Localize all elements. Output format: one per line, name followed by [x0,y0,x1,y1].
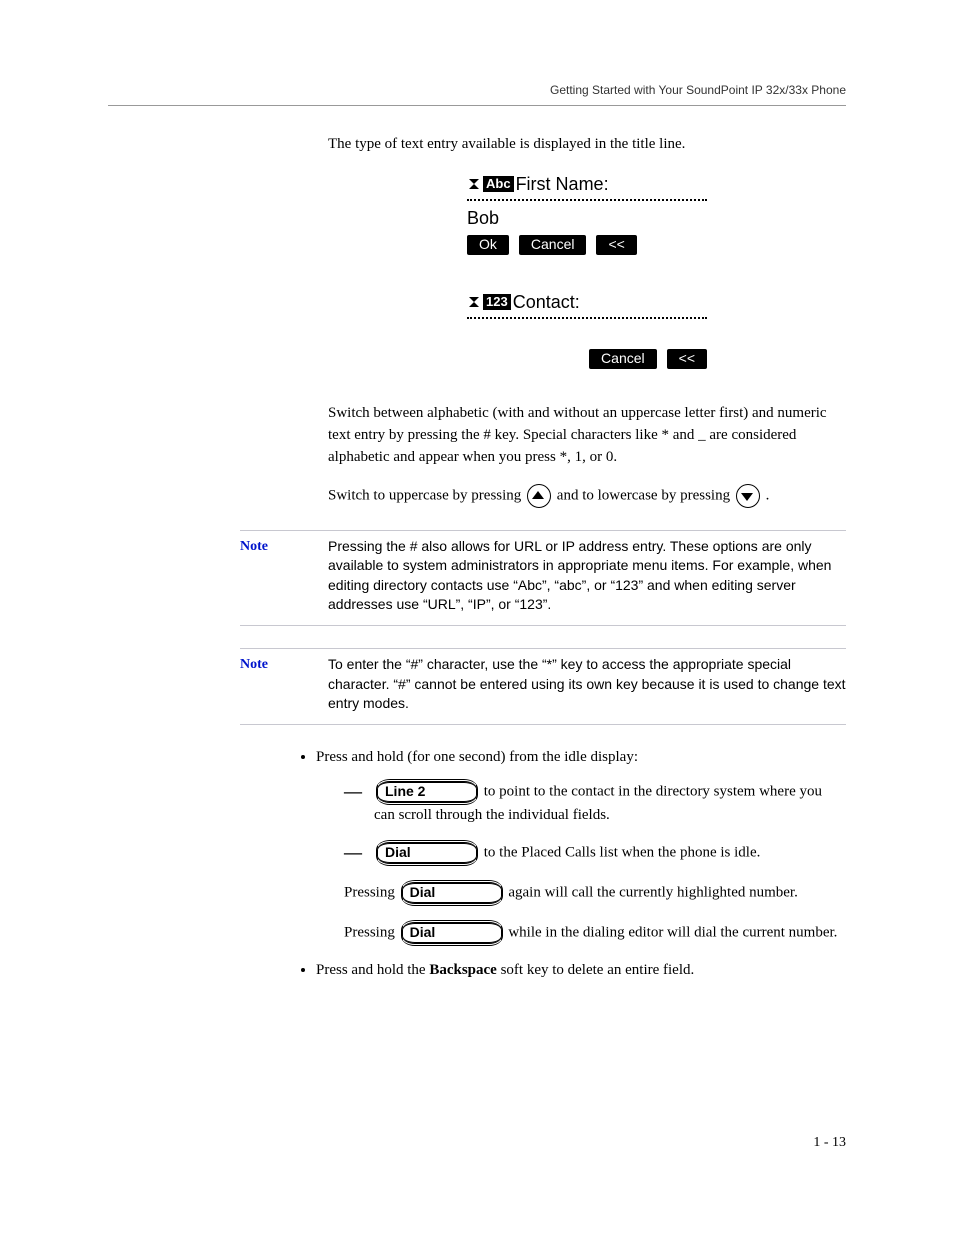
text-fragment: . [766,487,770,503]
note-block: Note Pressing the # also allows for URL … [240,530,846,626]
text-fragment: and to lowercase by pressing [557,487,734,503]
text-fragment: Pressing [344,925,399,941]
note-label: Note [240,537,328,615]
dash-marker: — [344,840,362,864]
softkey-backspace: << [667,349,707,369]
softkey-cancel: Cancel [589,349,657,369]
spinner-icon [467,177,481,191]
keycap-dial: Dial [401,920,503,946]
softkey-ok: Ok [467,235,509,255]
arrow-up-icon [527,484,551,508]
text-fragment: again will call the currently highlighte… [508,885,798,901]
text-fragment: Switch to uppercase by pressing [328,487,525,503]
lcd-field-label: Contact: [513,289,580,315]
page-number: 1 - 13 [813,1133,846,1153]
paragraph: Pressing Dial again will call the curren… [316,880,846,906]
text-fragment: soft key to delete an entire field. [501,962,695,978]
page: Getting Started with Your SoundPoint IP … [0,0,954,1235]
note-block: Note To enter the “#” character, use the… [240,648,846,725]
text-fragment: Pressing [344,885,399,901]
header-rule [108,105,846,106]
switch-case-paragraph: Switch to uppercase by pressing and to l… [328,484,846,508]
spinner-icon [467,295,481,309]
intro-paragraph: The type of text entry available is disp… [328,134,846,156]
arrow-down-icon [736,484,760,508]
lcd-field-value: Bob [467,205,707,231]
keycap-dial: Dial [401,880,503,906]
dash-item: — Line 2 to point to the contact in the … [344,779,846,827]
keycap-line2: Line 2 [376,779,478,805]
text-fragment: to the Placed Calls list when the phone … [484,845,761,861]
bullet-item: Press and hold (for one second) from the… [316,747,846,947]
text-mode-badge: Abc [483,176,514,192]
dash-marker: — [344,779,362,803]
softkey-backspace: << [596,235,636,255]
lcd-figure-1: Abc First Name: Bob Ok Cancel << [328,171,846,271]
text-mode-badge: 123 [483,294,511,310]
text-fragment: Press and hold (for one second) from the… [316,749,638,765]
paragraph: Pressing Dial while in the dialing edito… [316,920,846,946]
text-fragment: Press and hold the [316,962,429,978]
lcd-field-label: First Name: [516,171,609,197]
note-body: To enter the “#” character, use the “*” … [328,655,846,714]
switch-modes-paragraph: Switch between alphabetic (with and with… [328,403,846,468]
running-header: Getting Started with Your SoundPoint IP … [108,82,846,99]
note-body: Pressing the # also allows for URL or IP… [328,537,846,615]
text-fragment: while in the dialing editor will dial th… [508,925,837,941]
keycap-dial: Dial [376,840,478,866]
bullet-item: Press and hold the Backspace soft key to… [316,960,846,982]
body-column: The type of text entry available is disp… [328,134,846,507]
note-label: Note [240,655,328,714]
backspace-keyword: Backspace [429,962,497,978]
lcd-figure-2: 123 Contact: Cancel << [328,289,846,385]
dash-item: — Dial to the Placed Calls list when the… [344,840,846,866]
body-column-continued: Press and hold (for one second) from the… [328,747,846,982]
softkey-cancel: Cancel [519,235,587,255]
